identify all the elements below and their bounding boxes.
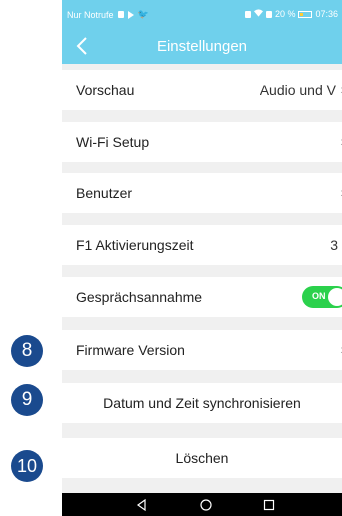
sim-icon [265,10,272,18]
wifi-icon [253,9,263,19]
row-user[interactable]: Benutzer › [62,173,342,213]
callout-badge-10: 10 [11,450,43,482]
carrier-text: Nur Notrufe [67,9,114,20]
row-preview[interactable]: Vorschau Audio und V › [62,70,342,110]
f1-label: F1 Aktivierungszeit [76,237,194,253]
user-label: Benutzer [76,185,133,201]
play-icon [127,10,134,19]
row-wifi-setup[interactable]: Wi-Fi Setup › [62,122,342,162]
page-title: Einstellungen [156,38,248,55]
app-bar: Einstellungen [62,28,342,64]
wifi-setup-label: Wi-Fi Setup [76,134,150,150]
circle-home-icon [200,499,212,511]
call-acceptance-toggle[interactable]: ON [302,286,342,308]
status-bar: Nur Notrufe 🐦 20 % 07:36 [62,0,342,28]
nfc-icon [244,10,251,18]
row-call-acceptance: Gesprächsannahme ON [62,277,342,317]
sync-label: Datum und Zeit synchronisieren [103,395,301,411]
call-acceptance-label: Gesprächsannahme [76,289,203,305]
triangle-back-icon [136,498,146,512]
callout-badge-8: 8 [11,335,43,367]
clock: 07:36 [315,9,338,19]
delete-button[interactable]: Löschen [62,438,342,478]
android-nav-bar [62,493,342,516]
square-recents-icon [263,499,275,511]
phone-screen: Nur Notrufe 🐦 20 % 07:36 Einstellungen V… [62,0,342,516]
row-f1-activation-time[interactable]: F1 Aktivierungszeit 3 [62,225,342,265]
battery-icon [298,10,313,18]
toggle-on-text: ON [312,291,326,301]
nav-back-button[interactable] [134,497,150,513]
callout-badge-9: 9 [11,384,43,416]
delete-label: Löschen [175,450,229,466]
f1-value: 3 [330,237,338,253]
nav-home-button[interactable] [198,497,214,513]
bird-icon: 🐦 [137,9,149,19]
preview-label: Vorschau [76,82,135,98]
toggle-knob [328,288,342,306]
nav-recents-button[interactable] [261,497,277,513]
row-firmware-version[interactable]: Firmware Version › [62,330,342,370]
sync-datetime-button[interactable]: Datum und Zeit synchronisieren [62,383,342,423]
battery-percent: 20 % [274,9,296,19]
notification-icon [117,11,124,18]
firmware-label: Firmware Version [76,342,185,358]
preview-value: Audio und V [259,82,336,98]
